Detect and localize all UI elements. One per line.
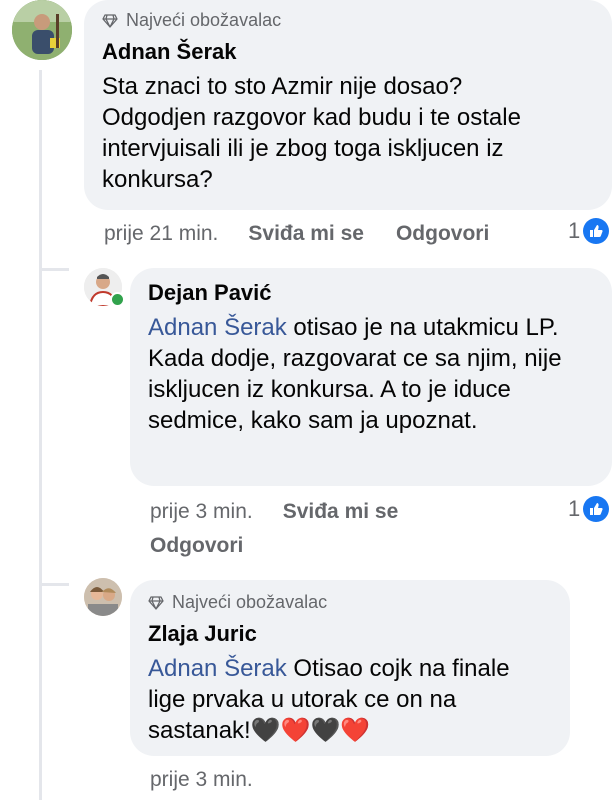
- avatar-zlaja[interactable]: [84, 578, 122, 616]
- comment-author[interactable]: Zlaja Juric: [148, 621, 552, 647]
- diamond-icon: [148, 595, 164, 610]
- like-reaction-icon: [583, 496, 610, 522]
- comment-author[interactable]: Adnan Šerak: [102, 39, 592, 65]
- like-button[interactable]: Sviđa mi se: [248, 222, 364, 246]
- reply-button[interactable]: Odgovori: [150, 534, 243, 558]
- thread-line-branch-1: [39, 268, 69, 271]
- comment-text: Sta znaci to sto Azmir nije dosao? Odgod…: [102, 73, 521, 193]
- like-reaction-icon: [583, 218, 610, 244]
- thread-line-main: [39, 70, 42, 800]
- top-fan-badge: Najveći obožavalac: [102, 10, 592, 31]
- comment-author[interactable]: Dejan Pavić: [148, 280, 594, 306]
- like-button[interactable]: Sviđa mi se: [283, 500, 399, 524]
- comment-bubble-dejan: Dejan Pavić Adnan Šerak otisao je na uta…: [130, 268, 612, 486]
- avatar-photo-icon: [84, 578, 122, 616]
- mention-link[interactable]: Adnan Šerak: [148, 314, 287, 341]
- avatar-photo-icon: [12, 0, 72, 60]
- comment-actions: prije 21 min. Sviđa mi se Odgovori: [104, 222, 521, 246]
- reaction-summary[interactable]: 1: [568, 496, 610, 522]
- badge-label: Najveći obožavalac: [126, 10, 282, 30]
- comment-actions: prije 3 min.: [150, 768, 283, 792]
- diamond-icon: [102, 13, 118, 28]
- avatar-adnan[interactable]: [12, 0, 72, 60]
- comment-actions: prije 3 min. Sviđa mi se: [150, 500, 430, 524]
- comment-bubble-adnan: Najveći obožavalac Adnan Šerak Sta znaci…: [84, 0, 612, 210]
- reaction-summary[interactable]: 1: [568, 218, 610, 244]
- comment-text: Adnan Šerak Otisao cojk na finale lige p…: [148, 653, 548, 746]
- comment-text: Adnan Šerak otisao je na utakmicu LP. Ka…: [148, 312, 588, 436]
- comment-time[interactable]: prije 3 min.: [150, 768, 253, 792]
- reaction-count: 1: [568, 218, 581, 243]
- comment-time[interactable]: prije 21 min.: [104, 222, 218, 246]
- thread-line-branch-2: [39, 583, 69, 586]
- comment-actions-row2: Odgovori: [150, 534, 275, 558]
- mention-link[interactable]: Adnan Šerak: [148, 655, 287, 682]
- reaction-count: 1: [568, 496, 581, 521]
- comment-bubble-zlaja: Najveći obožavalac Zlaja Juric Adnan Šer…: [130, 580, 570, 756]
- comment-time[interactable]: prije 3 min.: [150, 500, 253, 524]
- badge-label: Najveći obožavalac: [172, 592, 328, 612]
- online-status-dot: [110, 292, 125, 307]
- reply-button[interactable]: Odgovori: [396, 222, 489, 246]
- top-fan-badge: Najveći obožavalac: [148, 592, 552, 613]
